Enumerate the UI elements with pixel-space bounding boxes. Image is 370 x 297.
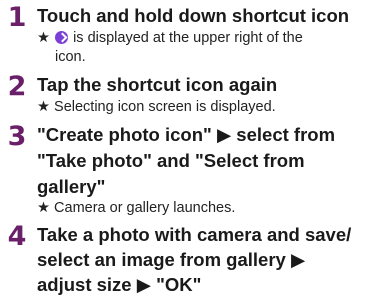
step-note: ★ Camera or gallery launches.	[37, 200, 236, 216]
step-title-line: select an image from gallery ▶	[37, 249, 306, 270]
step-number: 2	[7, 71, 27, 102]
star-bullet: ★	[37, 30, 50, 46]
note-text: is displayed at the upper right of the	[73, 30, 303, 46]
step-title-line: Touch and hold down shortcut icon	[37, 5, 350, 26]
step-title-line: "Create photo icon" ▶ select from	[37, 124, 336, 145]
step-title-line: Tap the shortcut icon again	[37, 74, 278, 95]
step-title: "Create photo icon" ▶ select from "Take …	[37, 123, 370, 199]
step-number: 3	[7, 121, 27, 152]
step-title-line: "Take photo" and "Select from	[37, 150, 305, 171]
step-number: 4	[7, 221, 27, 252]
step-title: Take a photo with camera and save/ selec…	[37, 223, 370, 297]
note-text-continued: icon.	[55, 49, 86, 65]
step-note: ★ Selecting icon screen is displayed.	[37, 99, 276, 115]
step-title: Touch and hold down shortcut icon	[37, 4, 370, 28]
step-number: 1	[7, 2, 27, 33]
step-title: Tap the shortcut icon again	[37, 73, 370, 97]
step-note: ★ is displayed at the upper right of the…	[37, 29, 362, 67]
step-title-line: Take a photo with camera and save/	[37, 224, 352, 245]
step-title-line: gallery"	[37, 176, 106, 197]
step-title-line: adjust size ▶ "OK"	[37, 274, 202, 295]
check-badge-icon	[55, 31, 69, 44]
